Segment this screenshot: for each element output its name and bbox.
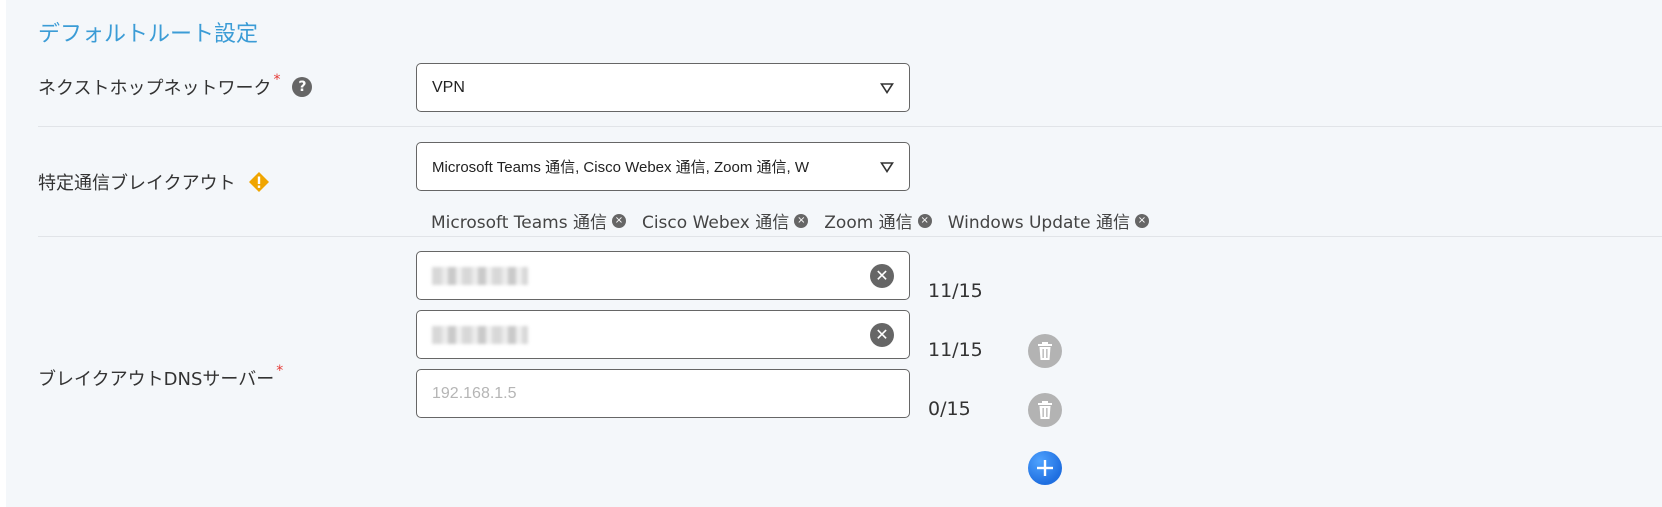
close-circle-icon[interactable]: × bbox=[917, 213, 932, 228]
next-hop-label: ネクストホップネットワーク bbox=[38, 78, 272, 99]
dns-server-input-2[interactable]: ✕ bbox=[416, 310, 910, 359]
required-mark: * bbox=[273, 72, 281, 88]
close-circle-icon[interactable]: ✕ bbox=[870, 263, 894, 288]
close-circle-icon[interactable]: × bbox=[611, 213, 626, 228]
close-circle-icon[interactable]: × bbox=[794, 213, 809, 228]
chip-zoom: Zoom 通信 × bbox=[824, 208, 932, 233]
dns-server-input-1[interactable]: ✕ bbox=[416, 251, 910, 300]
next-hop-label-row: ネクストホップネットワーク * ? bbox=[38, 72, 313, 100]
dns-label: ブレイクアウトDNSサーバー bbox=[38, 369, 275, 390]
divider bbox=[38, 236, 1662, 237]
breakout-chip-list: Microsoft Teams 通信 × Cisco Webex 通信 × Zo… bbox=[431, 208, 1165, 233]
trash-icon bbox=[1038, 342, 1052, 360]
chevron-down-icon bbox=[880, 82, 894, 94]
trash-icon bbox=[1038, 401, 1052, 419]
char-counter-3: 0/15 bbox=[928, 398, 971, 420]
dns-label-row: ブレイクアウトDNSサーバー * bbox=[38, 363, 284, 391]
add-dns-button[interactable] bbox=[1028, 451, 1062, 485]
chip-windows-update: Windows Update 通信 × bbox=[948, 208, 1149, 233]
char-counter-2: 11/15 bbox=[928, 339, 983, 361]
masked-value bbox=[432, 325, 528, 344]
question-circle-icon[interactable]: ? bbox=[292, 77, 313, 97]
char-counter-1: 11/15 bbox=[928, 280, 983, 302]
breakout-label-row: 特定通信ブレイクアウト bbox=[38, 169, 270, 195]
next-hop-select[interactable]: VPN bbox=[416, 63, 910, 112]
chevron-down-icon bbox=[880, 161, 894, 173]
chip-label: Zoom 通信 bbox=[824, 213, 913, 233]
close-circle-icon[interactable]: × bbox=[1134, 213, 1149, 228]
chip-cisco-webex: Cisco Webex 通信 × bbox=[641, 208, 809, 233]
required-mark: * bbox=[276, 363, 284, 379]
chip-label: Windows Update 通信 bbox=[947, 213, 1130, 233]
warning-diamond-icon bbox=[248, 172, 269, 192]
delete-dns-button-3[interactable] bbox=[1028, 393, 1062, 427]
breakout-select-value: Microsoft Teams 通信, Cisco Webex 通信, Zoom… bbox=[432, 159, 810, 176]
dns-server-input-3[interactable]: 192.168.1.5 bbox=[416, 369, 910, 418]
section-title: デフォルトルート設定 bbox=[38, 22, 259, 47]
chip-label: Cisco Webex 通信 bbox=[641, 213, 790, 233]
default-route-panel: デフォルトルート設定 ネクストホップネットワーク * ? VPN 特定通信ブレイ… bbox=[6, 0, 1662, 507]
plus-circle-icon bbox=[1037, 460, 1053, 476]
chip-microsoft-teams: Microsoft Teams 通信 × bbox=[431, 208, 626, 233]
dns-input-placeholder: 192.168.1.5 bbox=[432, 384, 517, 402]
next-hop-select-value: VPN bbox=[432, 78, 465, 96]
close-circle-icon[interactable]: ✕ bbox=[870, 322, 894, 347]
breakout-label: 特定通信ブレイクアウト bbox=[38, 173, 236, 194]
chip-label: Microsoft Teams 通信 bbox=[431, 213, 607, 233]
delete-dns-button-2[interactable] bbox=[1028, 334, 1062, 368]
masked-value bbox=[432, 266, 528, 285]
breakout-select[interactable]: Microsoft Teams 通信, Cisco Webex 通信, Zoom… bbox=[416, 142, 910, 191]
divider bbox=[38, 126, 1662, 127]
